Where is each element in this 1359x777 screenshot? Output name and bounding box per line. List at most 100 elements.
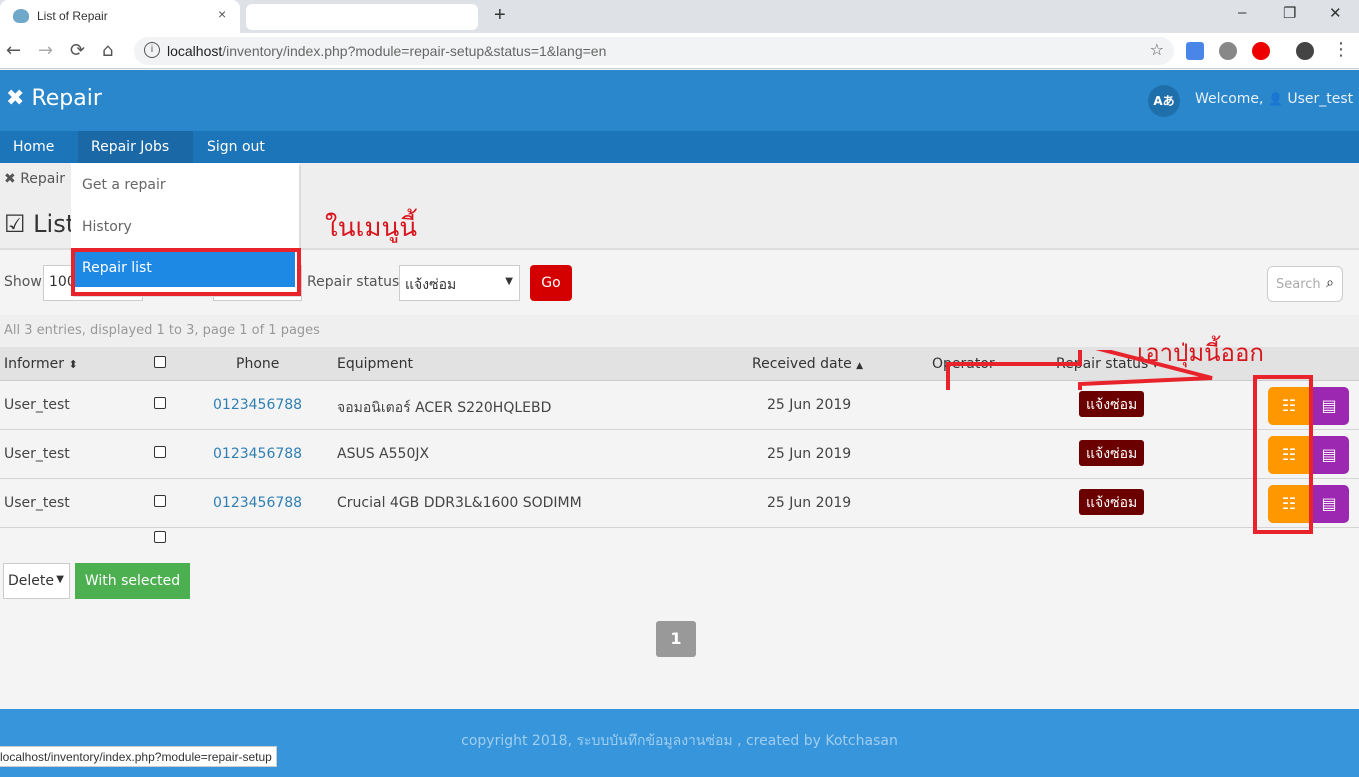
forward-icon[interactable]: → (38, 40, 53, 61)
phone-link[interactable]: 0123456788 (213, 397, 302, 413)
back-icon[interactable]: ← (6, 40, 21, 61)
pagination-page-1[interactable]: 1 (656, 621, 696, 657)
main-menu: Home Repair Jobs ▾ Sign out (0, 131, 1359, 187)
repair-status-select[interactable]: แจ้งซ่อม ▼ (399, 265, 520, 301)
status-badge: แจ้งซ่อม (1079, 391, 1145, 417)
tab-title: List of Repair (37, 9, 108, 23)
with-selected-button[interactable]: With selected (75, 563, 190, 599)
app-title: Repair (31, 86, 102, 111)
username[interactable]: User_test (1287, 91, 1353, 107)
site-info-icon[interactable]: i (144, 42, 160, 58)
profile-avatar-icon[interactable] (1296, 42, 1314, 60)
list-icon: ▤ (1321, 494, 1337, 513)
annotation-menu-note: ในเมนูนี้ (325, 213, 418, 243)
browser-menu-icon[interactable]: ⋮ (1332, 39, 1350, 60)
language-button[interactable]: Aあ (1148, 85, 1180, 117)
informer-cell: User_test (4, 495, 70, 511)
browser-tab[interactable]: List of Repair × (0, 0, 240, 33)
equipment-cell: ASUS A550JX (337, 446, 430, 462)
menu-repair-jobs[interactable]: Repair Jobs ▾ (78, 131, 193, 187)
dropdown-get-a-repair[interactable]: Get a repair (82, 177, 166, 193)
status-badge: แจ้งซ่อม (1079, 489, 1145, 515)
menu-home[interactable]: Home (0, 131, 67, 163)
chevron-down-icon: ▼ (505, 276, 513, 287)
user-icon: 👤 (1267, 92, 1283, 106)
annotation-box-menu (71, 248, 301, 296)
search-icon[interactable]: ⌕ (1326, 275, 1334, 291)
maximize-button[interactable]: ❐ (1283, 4, 1296, 22)
phone-link[interactable]: 0123456788 (213, 446, 302, 462)
url-host: localhost (167, 43, 223, 59)
select-all-checkbox-footer[interactable] (154, 531, 166, 543)
breadcrumb[interactable]: ✖ Repair (4, 171, 65, 187)
detail-button[interactable]: ▤ (1309, 436, 1349, 474)
favicon-icon (13, 9, 29, 23)
received-date-cell: 25 Jun 2019 (767, 495, 852, 511)
adblock-extension-icon[interactable] (1252, 42, 1270, 60)
status-badge: แจ้งซ่อม (1079, 440, 1145, 466)
table-row: User_test 0123456788 Crucial 4GB DDR3L&1… (0, 479, 1359, 528)
tab-close-icon[interactable]: × (218, 6, 226, 22)
list-icon: ▤ (1321, 445, 1337, 464)
row-checkbox[interactable] (154, 446, 166, 458)
row-checkbox[interactable] (154, 495, 166, 507)
tools-icon: ✖ (6, 86, 25, 111)
phone-link[interactable]: 0123456788 (213, 495, 302, 511)
informer-cell: User_test (4, 397, 70, 413)
welcome-text: Welcome, 👤 User_test (1195, 91, 1353, 107)
menu-sign-out[interactable]: Sign out (194, 131, 278, 163)
bulk-action-select[interactable]: Delete ▼ (3, 563, 70, 599)
header-phone: Phone (236, 356, 280, 372)
list-icon: ▤ (1321, 396, 1337, 415)
page-title: ☑ List (4, 210, 75, 238)
app-header: ✖ Repair Aあ Welcome, 👤 User_test (0, 70, 1359, 131)
equipment-cell: จอมอนิเตอร์ ACER S220HQLEBD (337, 400, 552, 416)
bulk-action-value: Delete (8, 573, 54, 589)
header-informer-label: Informer (4, 356, 65, 372)
chevron-down-icon: ▼ (56, 574, 64, 585)
window-close-button[interactable]: ✕ (1329, 4, 1342, 22)
reload-icon[interactable]: ⟳ (70, 40, 85, 61)
header-received-date[interactable]: Received date ▲ (752, 356, 863, 372)
annotation-box-buttons (1253, 375, 1313, 534)
received-date-cell: 25 Jun 2019 (767, 397, 852, 413)
header-informer[interactable]: Informer ⬍ (4, 356, 78, 372)
annotation-arrow-icon (946, 350, 1213, 390)
extension-icon[interactable] (1219, 42, 1237, 60)
detail-button[interactable]: ▤ (1309, 485, 1349, 523)
url-input[interactable]: i localhost/inventory/index.php?module=r… (134, 37, 1174, 65)
search-input[interactable]: Search ⌕ (1267, 266, 1343, 302)
url-path: /inventory/index.php?module=repair-setup… (222, 43, 607, 59)
header-equipment: Equipment (337, 356, 413, 372)
repair-status-label: Repair status (307, 274, 400, 290)
search-placeholder: Search (1276, 277, 1321, 292)
address-bar-row: ← → ⟳ ⌂ i localhost/inventory/index.php?… (0, 33, 1359, 69)
home-icon[interactable]: ⌂ (102, 40, 113, 61)
row-checkbox[interactable] (154, 397, 166, 409)
app-logo[interactable]: ✖ Repair (6, 86, 102, 111)
show-label: Show (4, 274, 42, 290)
dropdown-history[interactable]: History (82, 219, 132, 235)
table-row: User_test 0123456788 ASUS A550JX 25 Jun … (0, 430, 1359, 479)
minimize-button[interactable]: – (1238, 4, 1246, 21)
breadcrumb-label: Repair (20, 171, 66, 187)
repair-status-value: แจ้งซ่อม (405, 277, 457, 293)
browser-tab-redacted[interactable] (246, 4, 478, 30)
tools-icon: ✖ (4, 171, 16, 187)
received-date-cell: 25 Jun 2019 (767, 446, 852, 462)
sort-icon: ⬍ (68, 358, 78, 371)
page-title-text: List (33, 210, 76, 238)
browser-tab-bar: List of Repair × + – ❐ ✕ (0, 0, 1359, 33)
status-bar-url: localhost/inventory/index.php?module=rep… (0, 746, 277, 767)
detail-button[interactable]: ▤ (1309, 387, 1349, 425)
bookmark-star-icon[interactable]: ☆ (1150, 40, 1164, 59)
select-all-checkbox[interactable] (154, 356, 166, 368)
go-button[interactable]: Go (530, 265, 572, 301)
equipment-cell: Crucial 4GB DDR3L&1600 SODIMM (337, 495, 582, 511)
url-text: localhost/inventory/index.php?module=rep… (167, 43, 606, 59)
header-received-label: Received date (752, 356, 852, 372)
sort-asc-icon: ▲ (856, 361, 864, 371)
checklist-icon: ☑ (4, 210, 26, 238)
translate-extension-icon[interactable] (1186, 42, 1204, 60)
new-tab-button[interactable]: + (494, 4, 506, 27)
